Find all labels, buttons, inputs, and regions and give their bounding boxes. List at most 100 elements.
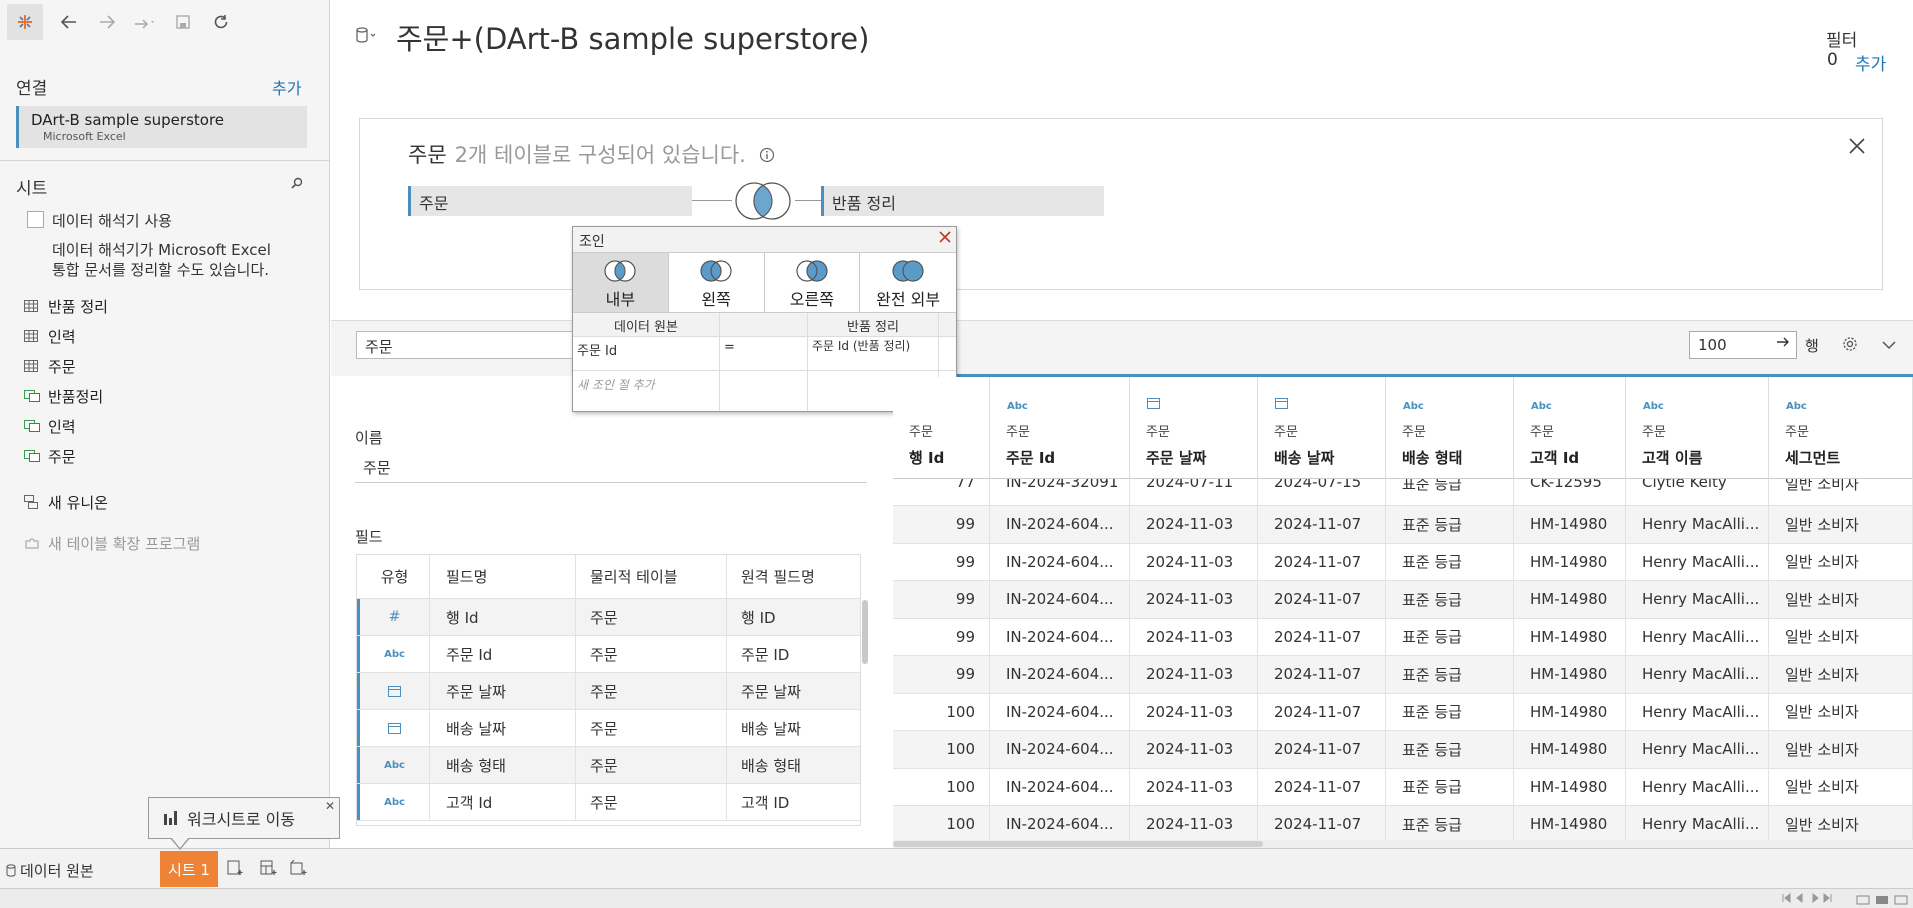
grid-horizontal-scrollbar[interactable] [893,840,1913,848]
table-row[interactable]: 99 IN-2024-604... 2024-11-03 2024-11-07 표준 등… [893,618,1913,656]
sheet-tab[interactable]: 시트 1 [160,851,218,887]
canvas-table-right[interactable]: 반품 정리 [821,186,1104,216]
field-row[interactable]: 배송 날짜 주문 배송 날짜 [357,710,860,747]
save-icon[interactable] [164,0,202,44]
number-type-icon[interactable]: # [357,599,430,635]
table-row[interactable]: 100 IN-2024-604... 2024-11-03 2024-11-07 표준 … [893,731,1913,769]
grid-column-header[interactable]: Abc 주문 배송 형태 [1386,377,1514,479]
sheet-item-people-range[interactable]: 인력 [24,415,76,437]
status-nav-icons[interactable] [1781,893,1841,903]
sheet-item-returns[interactable]: 반품 정리 [24,295,108,317]
column-header[interactable]: 원격 필드명 [727,555,860,598]
new-worksheet-icon[interactable] [227,860,245,880]
join-type-full-outer[interactable]: 완전 외부 [860,253,956,312]
grid-column-header[interactable]: Abc 주문 고객 이름 [1626,377,1769,479]
gear-icon[interactable] [1842,336,1858,356]
join-operator[interactable]: = [720,337,808,370]
scrollbar-thumb[interactable] [893,841,1263,847]
fields-scrollbar[interactable] [862,600,868,664]
column-header[interactable]: 유형 [357,555,430,598]
table-row[interactable]: 100 IN-2024-604... 2024-11-03 2024-11-07 표준 … [893,768,1913,806]
arrow-right-icon[interactable] [1776,335,1790,353]
close-icon[interactable] [938,230,954,246]
sheet-item-people[interactable]: 인력 [24,325,76,347]
grid-column-header[interactable]: 주문 주문 날짜 [1130,377,1258,479]
sheet-item-orders-range[interactable]: 주문 [24,445,76,467]
canvas-table-left[interactable]: 주문 [408,186,692,216]
datasource-title[interactable]: 주문+(DArt-B sample superstore) [396,16,869,58]
string-type-icon[interactable]: Abc [357,784,430,820]
table-row[interactable]: 100 IN-2024-604... 2024-11-03 2024-11-07 표준 … [893,806,1913,840]
rows-input[interactable]: 100 [1689,331,1797,359]
join-type-left[interactable]: 왼쪽 [669,253,765,312]
column-header[interactable]: 물리적 테이블 [576,555,727,598]
close-icon[interactable]: ✕ [325,799,335,813]
sheet-item-returns-range[interactable]: 반품정리 [24,385,103,407]
field-row[interactable]: Abc 배송 형태 주문 배송 형태 [357,747,860,784]
type-label: Abc [384,648,405,660]
table-row[interactable]: 99 IN-2024-604... 2024-11-03 2024-11-07 표준 등… [893,506,1913,544]
new-extension-item[interactable]: 새 테이블 확장 프로그램 [24,532,200,554]
name-input[interactable]: 주문 [355,455,867,483]
sheet-item-orders[interactable]: 주문 [24,355,76,377]
add-filter-link[interactable]: 추가 [1855,50,1886,75]
type-label: Abc [384,796,405,808]
new-union-item[interactable]: 새 유니온 [24,491,108,513]
field-row[interactable]: # 행 Id 주문 행 ID [357,599,860,636]
datasource-icon[interactable] [355,26,377,48]
table-row[interactable]: 99 IN-2024-604... 2024-11-03 2024-11-07 표준 등… [893,656,1913,694]
field-name: 배송 날짜 [430,710,576,746]
close-canvas-icon[interactable] [1846,135,1868,157]
connection-item[interactable]: DArt-B sample superstore Microsoft Excel [16,106,307,148]
grid-column-header[interactable]: Abc 주문 세그먼트 [1769,377,1913,479]
join-type-label: 내부 [605,290,636,309]
inner-join-venn-icon[interactable] [731,181,795,225]
refresh-icon[interactable] [202,0,240,44]
chevron-down-icon[interactable] [1882,338,1896,354]
column-header[interactable]: 필드명 [430,555,576,598]
back-icon[interactable] [50,0,88,44]
date-type-icon[interactable] [357,710,430,746]
join-clause-row[interactable]: 주문 Id = 주문 Id (반품 정리) [573,337,956,371]
interpreter-checkbox[interactable] [27,211,44,228]
grid-column-header[interactable]: 주문 배송 날짜 [1258,377,1386,479]
tableau-logo-button[interactable] [0,0,50,44]
forward-icon[interactable] [88,0,126,44]
join-left-field[interactable]: 주문 Id [573,337,720,370]
view-mode-icons[interactable] [1856,893,1910,908]
join-right-field[interactable]: 주문 Id (반품 정리) [808,337,939,370]
string-type-icon[interactable]: Abc [357,747,430,783]
table-row[interactable]: 99 IN-2024-604... 2024-11-03 2024-11-07 표준 등… [893,581,1913,619]
string-type-icon[interactable]: Abc [1786,397,1807,413]
join-source-header: 데이터 원본 [573,313,720,336]
search-icon[interactable] [290,176,304,194]
new-story-icon[interactable] [290,859,308,880]
field-row[interactable]: Abc 주문 Id 주문 주문 ID [357,636,860,673]
grid-column-header[interactable]: 주문 행 Id [893,377,990,479]
date-type-icon[interactable] [1147,397,1160,413]
redo-icon[interactable] [126,0,164,44]
string-type-icon[interactable]: Abc [357,636,430,672]
string-type-icon[interactable]: Abc [1643,397,1664,413]
new-dashboard-icon[interactable] [260,860,278,880]
join-type-right[interactable]: 오른쪽 [765,253,861,312]
go-to-worksheet-tooltip[interactable]: 워크시트로 이동 ✕ [148,797,340,839]
table-select[interactable]: 주문 [356,331,576,359]
string-type-icon[interactable]: Abc [1403,397,1424,413]
table-row[interactable]: 99 IN-2024-604... 2024-11-03 2024-11-07 표준 등… [893,543,1913,581]
field-row[interactable]: 주문 날짜 주문 주문 날짜 [357,673,860,710]
table-row[interactable]: 100 IN-2024-604... 2024-11-03 2024-11-07 표준 … [893,693,1913,731]
add-connection-link[interactable]: 추가 [272,75,301,99]
grid-column-header[interactable]: Abc 주문 고객 Id [1514,377,1626,479]
add-join-clause[interactable]: 새 조인 절 추가 [573,371,720,411]
date-type-icon[interactable] [357,673,430,709]
info-icon[interactable] [759,144,775,168]
table-cell: 100 [893,806,990,840]
grid-column-header[interactable]: Abc 주문 주문 Id [990,377,1130,479]
date-type-icon[interactable] [1275,397,1288,413]
datasource-tab[interactable]: 데이터 원본 [6,860,94,881]
string-type-icon[interactable]: Abc [1007,397,1028,413]
string-type-icon[interactable]: Abc [1531,397,1552,413]
join-type-inner[interactable]: 내부 [573,253,669,312]
field-row[interactable]: Abc 고객 Id 주문 고객 ID [357,784,860,821]
